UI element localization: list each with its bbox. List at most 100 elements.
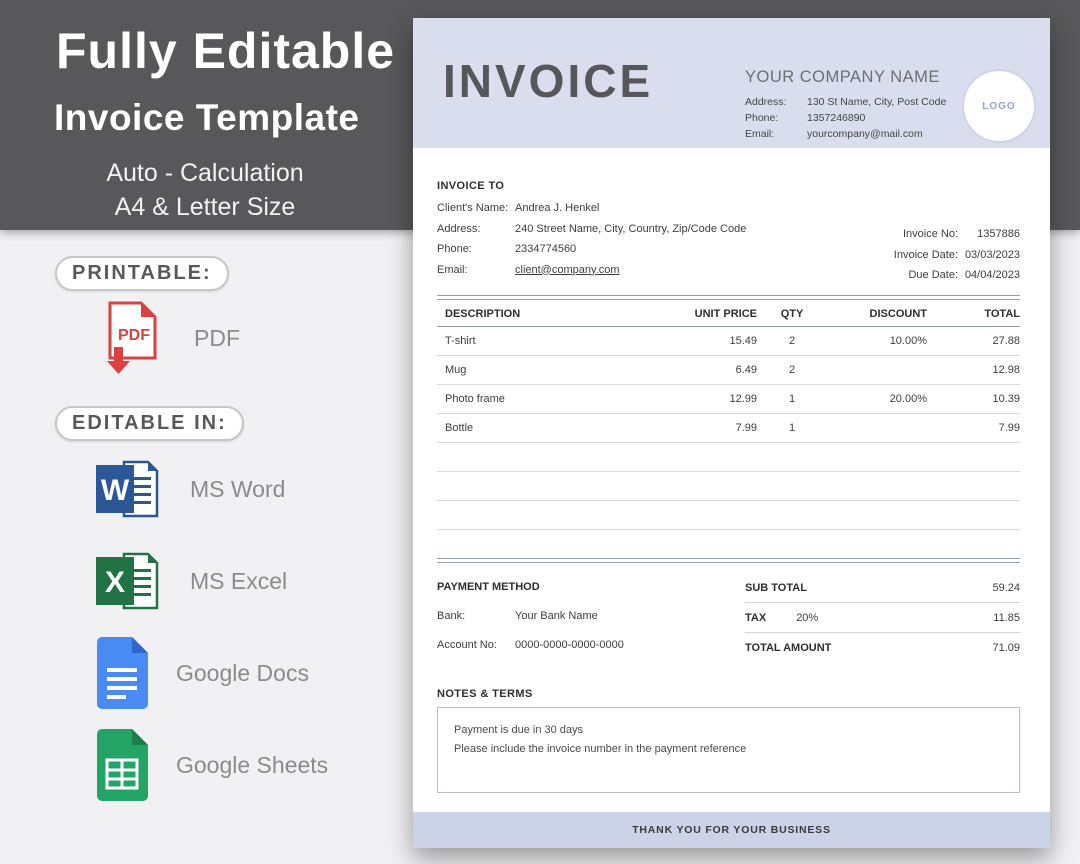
invoice-no-row: Invoice No: 1357886 (894, 224, 1020, 245)
item-unit-price: 12.99 (662, 393, 757, 405)
invoice-date-value: 03/03/2023 (958, 245, 1020, 266)
format-item-pdf: PDF PDF (94, 300, 240, 376)
invoice-title: INVOICE (443, 54, 653, 108)
format-label-pdf: PDF (194, 325, 240, 352)
total-amount-row: TOTAL AMOUNT 71.09 (745, 633, 1020, 662)
table-row-empty (437, 501, 1020, 530)
subtotal-row: SUB TOTAL 59.24 (745, 573, 1020, 603)
format-item-google-sheets: Google Sheets (94, 728, 328, 802)
client-email-link[interactable]: client@company.com (515, 260, 620, 281)
header-discount: DISCOUNT (827, 308, 927, 320)
item-description: T-shirt (437, 335, 662, 347)
table-row: Mug 6.49 2 12.98 (437, 356, 1020, 385)
total-amount-label: TOTAL AMOUNT (745, 642, 831, 654)
invoice-header-band: INVOICE YOUR COMPANY NAME Address: 130 S… (413, 18, 1050, 148)
pdf-icon: PDF (94, 300, 162, 376)
table-row: Photo frame 12.99 1 20.00% 10.39 (437, 385, 1020, 414)
payment-method-block: PAYMENT METHOD Bank: Your Bank Name Acco… (437, 573, 745, 662)
client-phone-value: 2334774560 (515, 239, 576, 260)
client-email-label: Email: (437, 260, 515, 281)
client-name-value: Andrea J. Henkel (515, 198, 599, 219)
item-description: Photo frame (437, 393, 662, 405)
company-address-value: 130 St Name, City, Post Code (807, 94, 946, 110)
invoice-meta-block: Invoice No: 1357886 Invoice Date: 03/03/… (894, 224, 1020, 286)
promo-subtitle-paper-size: A4 & Letter Size (0, 193, 410, 222)
notes-line: Payment is due in 30 days (454, 721, 1003, 740)
tax-label: TAX (745, 612, 766, 624)
promo-subtitle-auto-calculation: Auto - Calculation (0, 159, 410, 188)
invoice-no-value: 1357886 (958, 224, 1020, 245)
table-row-empty (437, 530, 1020, 558)
payment-totals-section: PAYMENT METHOD Bank: Your Bank Name Acco… (437, 573, 1020, 662)
client-phone-label: Phone: (437, 239, 515, 260)
company-address-label: Address: (745, 94, 807, 110)
due-date-row: Due Date: 04/04/2023 (894, 265, 1020, 286)
item-total: 27.88 (927, 335, 1020, 347)
google-sheets-icon (94, 728, 150, 802)
item-description: Mug (437, 364, 662, 376)
invoice-date-label: Invoice Date: (894, 245, 958, 266)
format-label-word: MS Word (190, 476, 285, 503)
invoice-footer-band: THANK YOU FOR YOUR BUSINESS (413, 812, 1050, 848)
item-qty: 1 (757, 422, 827, 434)
company-name: YOUR COMPANY NAME (745, 68, 963, 87)
totals-block: SUB TOTAL 59.24 TAX 20% 11.85 TOTAL AMOU… (745, 573, 1020, 662)
item-qty: 2 (757, 335, 827, 347)
tax-row: TAX 20% 11.85 (745, 603, 1020, 633)
payment-method-title: PAYMENT METHOD (437, 573, 745, 602)
svg-text:W: W (101, 474, 130, 507)
invoice-to-title: INVOICE TO (437, 180, 1020, 192)
printable-badge: PRINTABLE: (55, 256, 229, 291)
account-label: Account No: (437, 631, 515, 660)
word-icon: W (94, 457, 164, 521)
table-row-empty (437, 472, 1020, 501)
header-unit-price: UNIT PRICE (662, 308, 757, 320)
format-list: W MS Word X MS Excel (94, 452, 328, 802)
items-table-header: DESCRIPTION UNIT PRICE QTY DISCOUNT TOTA… (437, 300, 1020, 327)
notes-terms-title: NOTES & TERMS (437, 688, 1020, 700)
invoice-date-row: Invoice Date: 03/03/2023 (894, 245, 1020, 266)
promo-title-line1: Fully Editable (56, 22, 395, 80)
google-docs-icon (94, 636, 150, 710)
company-phone-value: 1357246890 (807, 110, 865, 126)
format-item-excel: X MS Excel (94, 544, 328, 618)
format-label-excel: MS Excel (190, 568, 287, 595)
client-block: Client's Name: Andrea J. Henkel Address:… (437, 198, 1020, 280)
header-description: DESCRIPTION (437, 308, 662, 320)
subtotal-label: SUB TOTAL (745, 582, 807, 594)
tax-rate: 20% (796, 612, 818, 624)
notes-terms-box: Payment is due in 30 days Please include… (437, 707, 1020, 793)
client-address-label: Address: (437, 219, 515, 240)
due-date-label: Due Date: (908, 265, 958, 286)
bank-value: Your Bank Name (515, 602, 598, 631)
header-total: TOTAL (927, 308, 1020, 320)
due-date-value: 04/04/2023 (958, 265, 1020, 286)
table-row: T-shirt 15.49 2 10.00% 27.88 (437, 327, 1020, 356)
company-email-label: Email: (745, 126, 807, 142)
company-email-row: Email: yourcompany@mail.com (745, 126, 963, 142)
company-phone-label: Phone: (745, 110, 807, 126)
subtotal-value: 59.24 (992, 582, 1020, 594)
promo-title-line2: Invoice Template (54, 97, 359, 139)
item-description: Bottle (437, 422, 662, 434)
notes-line: Please include the invoice number in the… (454, 740, 1003, 759)
client-address-value: 240 Street Name, City, Country, Zip/Code… (515, 219, 746, 240)
bank-row: Bank: Your Bank Name (437, 602, 745, 631)
item-discount: 20.00% (827, 393, 927, 405)
format-label-google-sheets: Google Sheets (176, 752, 328, 779)
item-total: 7.99 (927, 422, 1020, 434)
company-email-value: yourcompany@mail.com (807, 126, 923, 142)
company-logo-badge: LOGO (962, 69, 1036, 143)
company-address-row: Address: 130 St Name, City, Post Code (745, 94, 963, 110)
client-name-row: Client's Name: Andrea J. Henkel (437, 198, 1020, 219)
svg-text:PDF: PDF (118, 327, 150, 344)
item-unit-price: 6.49 (662, 364, 757, 376)
table-row: Bottle 7.99 1 7.99 (437, 414, 1020, 443)
total-amount-value: 71.09 (992, 642, 1020, 654)
header-qty: QTY (757, 308, 827, 320)
item-unit-price: 7.99 (662, 422, 757, 434)
client-name-label: Client's Name: (437, 198, 515, 219)
svg-text:X: X (105, 566, 125, 599)
item-discount: 10.00% (827, 335, 927, 347)
format-label-google-docs: Google Docs (176, 660, 309, 687)
